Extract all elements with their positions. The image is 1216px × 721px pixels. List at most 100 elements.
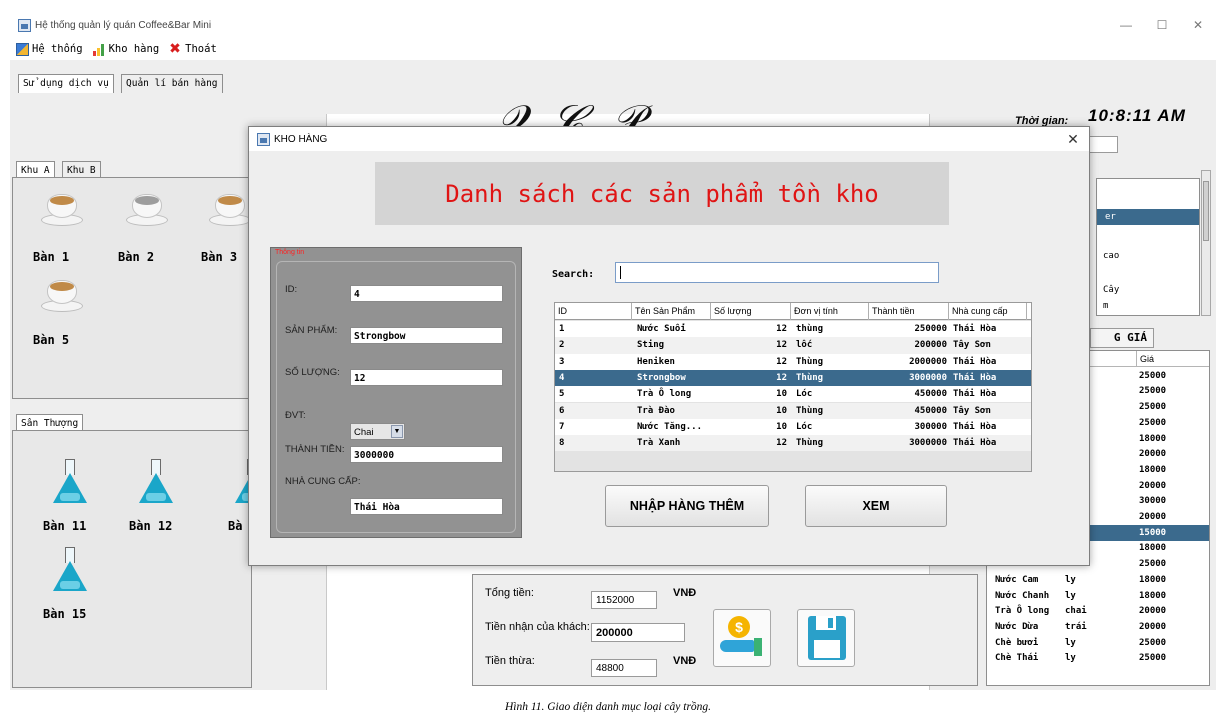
table-flask-icon[interactable]	[53, 459, 87, 503]
menu-row[interactable]: Chè Thái ly 25000	[987, 651, 1209, 667]
search-label: Search:	[552, 269, 595, 280]
table-cell-amount: 300000	[914, 421, 947, 432]
table-label: Bàn 11	[43, 519, 87, 533]
total-label: Tổng tiền:	[485, 587, 534, 599]
table-coffee-icon[interactable]	[126, 192, 168, 226]
table-row[interactable]: 1 Nước Suối 12 thùng 250000 Thái Hòa	[555, 321, 1031, 338]
table-row[interactable]: 4 Strongbow 12 Thùng 3000000 Thái Hòa	[555, 369, 1031, 387]
column-header-unit[interactable]: Đơn vị tính	[791, 303, 869, 320]
menu-row[interactable]: Nước Cam ly 18000	[987, 572, 1209, 588]
table-row[interactable]: 6 Trà Đào 10 Thùng 450000 Tây Sơn	[555, 402, 1031, 419]
menu-cell-price: 25000	[1139, 653, 1167, 664]
price-cell: 15000	[1139, 527, 1167, 538]
header-field[interactable]	[1086, 136, 1118, 153]
column-header-supplier[interactable]: Nhà cung cấp	[949, 303, 1027, 320]
category-item[interactable]: cao	[1103, 251, 1119, 261]
table-cell-supplier: Thái Hòa	[953, 324, 997, 334]
table-cell-qty: 12	[776, 438, 787, 449]
category-item[interactable]: Cây	[1103, 285, 1119, 295]
change-field[interactable]: 48800	[591, 659, 657, 677]
product-info-panel: Thông tin ID: 4 SẢN PHẨM: Strongbow SỐ L…	[270, 247, 522, 538]
system-icon	[16, 42, 29, 56]
menu-row[interactable]: Nước Dừa trái 20000	[987, 619, 1209, 635]
tab-sales-management[interactable]: Quản lí bán hàng	[121, 74, 223, 93]
table-coffee-icon[interactable]	[41, 192, 83, 226]
payment-icon[interactable]: $	[713, 609, 771, 667]
received-label: Tiền nhận của khách:	[485, 621, 590, 633]
supplier-label: NHÀ CUNG CẤP:	[285, 476, 361, 487]
table-cell-id: 1	[559, 324, 565, 334]
unit-select[interactable]: Chai ▼	[350, 423, 405, 440]
search-input[interactable]	[615, 262, 939, 283]
area-a-panel: Bàn 1 Bàn 2 Bàn 3 Bàn 5	[12, 177, 252, 399]
quantity-field[interactable]: 12	[350, 369, 503, 386]
table-flask-icon[interactable]	[139, 459, 173, 503]
table-cell-unit: Lóc	[796, 389, 813, 400]
total-field[interactable]: 1152000	[591, 591, 657, 609]
menu-category-list[interactable]: er cao Cây m	[1096, 178, 1200, 316]
price-cell: 20000	[1139, 512, 1167, 523]
price-list-button[interactable]: G GIÁ	[1090, 328, 1154, 348]
menu-cell-price: 25000	[1139, 637, 1167, 648]
menu-item-system[interactable]: Hệ thống	[10, 42, 87, 56]
price-column-header: Giá	[1136, 351, 1154, 367]
column-header-amount[interactable]: Thành tiền	[869, 303, 949, 320]
table-row[interactable]: 7 Nước Tăng... 10 Lóc 300000 Thái Hòa	[555, 418, 1031, 436]
table-cell-id: 4	[559, 372, 565, 383]
change-unit: VNĐ	[673, 655, 697, 667]
close-icon[interactable]: ✕	[1180, 12, 1216, 38]
app-icon	[18, 18, 31, 32]
table-label: Bàn 3	[201, 250, 238, 264]
price-cell: 30000	[1139, 496, 1167, 507]
table-label: Bàn 2	[118, 250, 155, 264]
table-label: Bàn 1	[33, 250, 70, 264]
table-cell-id: 6	[559, 405, 565, 416]
tab-service[interactable]: Sử dụng dịch vụ	[18, 74, 114, 93]
column-header-name[interactable]: Tên Sản Phẩm	[632, 303, 711, 320]
import-more-button[interactable]: NHẬP HÀNG THÊM	[605, 485, 769, 527]
table-cell-qty: 12	[776, 372, 787, 383]
table-coffee-icon[interactable]	[209, 192, 251, 226]
table-cell-amount: 3000000	[909, 438, 947, 449]
table-cell-unit: Thùng	[796, 405, 824, 416]
maximize-icon[interactable]: ☐	[1144, 12, 1180, 38]
menu-item-warehouse[interactable]: Kho hàng	[87, 43, 164, 56]
received-field[interactable]: 200000	[591, 623, 685, 642]
category-item[interactable]: m	[1103, 301, 1108, 311]
view-button[interactable]: XEM	[805, 485, 947, 527]
time-value: 10:8:11 AM	[1088, 106, 1186, 125]
category-scrollbar[interactable]	[1201, 170, 1211, 316]
column-header-id[interactable]: ID	[555, 303, 632, 320]
category-selected[interactable]: er	[1097, 209, 1199, 225]
product-field[interactable]: Strongbow	[350, 327, 503, 344]
table-row[interactable]: 2 Sting 12 lốc 200000 Tây Sơn	[555, 337, 1031, 354]
table-cell-amount: 450000	[914, 389, 947, 400]
table-label: Bàn 12	[129, 519, 173, 533]
table-coffee-icon[interactable]	[41, 278, 83, 312]
supplier-field[interactable]: Thái Hòa	[350, 498, 503, 515]
table-cell-id: 2	[559, 340, 565, 351]
menu-item-exit[interactable]: ✖ Thoát	[163, 42, 221, 56]
id-label: ID:	[285, 284, 298, 295]
table-row[interactable]: 3 Heniken 12 Thùng 2000000 Thái Hòa	[555, 353, 1031, 370]
dialog-close-icon[interactable]: ✕	[1063, 127, 1083, 151]
chevron-down-icon[interactable]: ▼	[391, 425, 403, 438]
minimize-icon[interactable]: —	[1108, 12, 1144, 38]
menu-row[interactable]: Trà Ô long chai 20000	[987, 604, 1209, 620]
save-icon[interactable]	[797, 609, 855, 667]
table-cell-amount: 2000000	[909, 356, 947, 367]
menu-item-label: Thoát	[185, 43, 217, 55]
table-cell-unit: Thùng	[796, 438, 824, 449]
table-flask-icon[interactable]	[53, 547, 87, 591]
column-header-qty[interactable]: Số lượng	[711, 303, 791, 320]
table-cell-qty: 10	[776, 421, 787, 432]
table-cell-name: Heniken	[637, 356, 675, 367]
id-field[interactable]: 4	[350, 285, 503, 302]
amount-field[interactable]: 3000000	[350, 446, 503, 463]
table-cell-amount: 3000000	[909, 372, 947, 383]
menu-row[interactable]: Chè bưởi ly 25000	[987, 635, 1209, 651]
price-cell: 25000	[1139, 386, 1167, 397]
menu-row[interactable]: Nước Chanh ly 18000	[987, 588, 1209, 604]
table-row[interactable]: 5 Trà Ô long 10 Lóc 450000 Thái Hòa	[555, 386, 1031, 403]
table-row[interactable]: 8 Trà Xanh 12 Thùng 3000000 Thái Hòa	[555, 435, 1031, 452]
